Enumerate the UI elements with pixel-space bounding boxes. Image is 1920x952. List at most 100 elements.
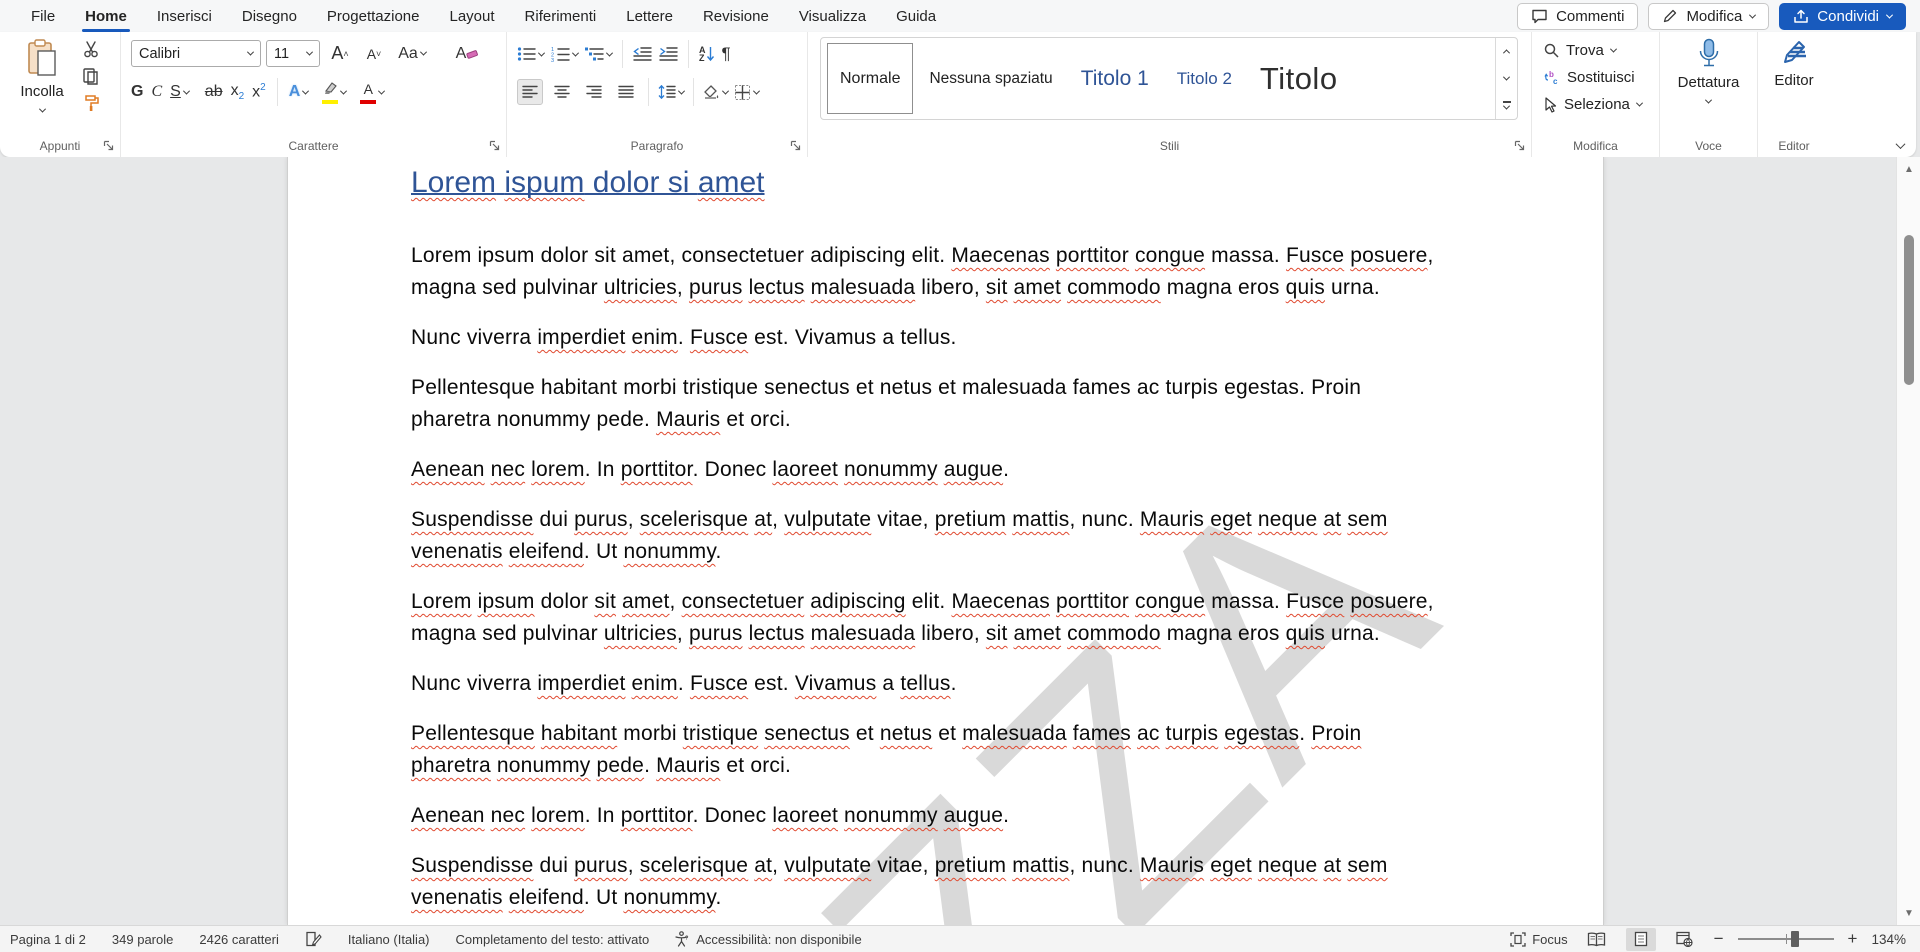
justify-button[interactable] (613, 79, 639, 105)
pilcrow-button[interactable]: ¶ (722, 44, 731, 64)
menu-item-revisione[interactable]: Revisione (688, 0, 784, 32)
bold-button[interactable]: G (131, 83, 143, 101)
scroll-up-icon[interactable]: ▲ (1897, 159, 1920, 179)
numbered-list-button[interactable]: 123 (551, 46, 578, 62)
superscript-button[interactable]: x2 (252, 82, 266, 101)
paragraph[interactable]: Pellentesque habitant morbi tristique se… (411, 718, 1576, 782)
editing-mode-button[interactable]: Modifica (1648, 3, 1769, 30)
menu-item-home[interactable]: Home (70, 0, 142, 32)
paragraph[interactable]: Suspendisse dui purus, scelerisque at, v… (411, 850, 1576, 914)
style-item-titolo-2[interactable]: Titolo 2 (1165, 43, 1244, 114)
align-left-button[interactable] (517, 79, 543, 105)
document-heading[interactable]: Lorem ispum dolor si amet (411, 163, 1576, 203)
menu-item-riferimenti[interactable]: Riferimenti (510, 0, 612, 32)
paragraph[interactable]: Suspendisse dui purus, scelerisque at, v… (411, 504, 1576, 568)
gallery-more-button[interactable] (1496, 92, 1517, 119)
paragraph[interactable]: Nunc viverra imperdiet enim. Fusce est. … (411, 322, 1576, 354)
format-painter-icon[interactable] (82, 94, 100, 112)
zoom-out-button[interactable]: − (1714, 929, 1724, 949)
print-layout-button[interactable] (1626, 928, 1656, 951)
paragraph-dialog-launcher[interactable] (790, 140, 802, 152)
increase-indent-icon[interactable] (659, 46, 678, 62)
text-effects-button[interactable]: A (289, 83, 309, 101)
pencil-icon (1662, 8, 1678, 24)
clipboard-dialog-launcher[interactable] (103, 140, 115, 152)
focus-button[interactable]: Focus (1510, 932, 1567, 947)
paragraph[interactable]: Lorem ipsum dolor sit amet, consectetuer… (411, 240, 1576, 304)
scrollbar-thumb[interactable] (1904, 235, 1914, 385)
strikethrough-button[interactable]: ab (205, 83, 223, 101)
style-item-normale[interactable]: Normale (827, 43, 913, 114)
font-name-select[interactable]: Calibri (131, 40, 261, 67)
clear-formatting-button[interactable]: A (450, 45, 484, 63)
align-right-button[interactable] (581, 79, 607, 105)
editor-button[interactable]: Editor (1758, 38, 1830, 89)
menu-item-disegno[interactable]: Disegno (227, 0, 312, 32)
scroll-down-icon[interactable]: ▼ (1897, 903, 1920, 923)
shrink-font-button[interactable]: A˅ (360, 46, 388, 62)
menu-item-lettere[interactable]: Lettere (611, 0, 688, 32)
italic-button[interactable]: C (151, 83, 162, 101)
select-button[interactable]: Seleziona (1544, 96, 1642, 113)
align-center-button[interactable] (549, 79, 575, 105)
vertical-scrollbar[interactable]: ▲ ▼ (1896, 157, 1920, 925)
comments-button[interactable]: Commenti (1517, 3, 1638, 30)
menu-item-file[interactable]: File (16, 0, 70, 32)
menu-item-guida[interactable]: Guida (881, 0, 951, 32)
share-button[interactable]: Condividi (1779, 3, 1906, 30)
zoom-in-button[interactable]: + (1848, 929, 1858, 949)
font-dialog-launcher[interactable] (489, 140, 501, 152)
paragraph[interactable]: Aenean nec lorem. In porttitor. Donec la… (411, 454, 1576, 486)
find-button[interactable]: Trova (1544, 42, 1616, 59)
page-indicator[interactable]: Pagina 1 di 2 (10, 932, 86, 947)
proofing-status[interactable] (305, 931, 322, 947)
accessibility-status[interactable]: ? Accessibilità: non disponibile (675, 931, 861, 947)
word-count[interactable]: 349 parole (112, 932, 173, 947)
zoom-level[interactable]: 134% (1871, 932, 1906, 947)
change-case-button[interactable]: Aa (393, 45, 431, 63)
paragraph[interactable]: Lorem ipsum dolor sit amet, consectetuer… (411, 586, 1576, 650)
subscript-button[interactable]: x2 (231, 82, 245, 102)
read-mode-button[interactable] (1582, 928, 1612, 951)
menu-item-inserisci[interactable]: Inserisci (142, 0, 227, 32)
font-color-button[interactable]: A (360, 81, 384, 104)
paragraph[interactable]: Aenean nec lorem. In porttitor. Donec la… (411, 800, 1576, 832)
paragraph[interactable]: Pellentesque habitant morbi tristique se… (411, 372, 1576, 436)
group-voice: Dettatura Voce (1660, 32, 1758, 157)
menu-item-progettazione[interactable]: Progettazione (312, 0, 435, 32)
style-item-titolo[interactable]: Titolo (1248, 43, 1350, 114)
paragraph[interactable]: Nunc viverra imperdiet enim. Fusce est. … (411, 668, 1576, 700)
cut-icon[interactable] (82, 41, 100, 58)
zoom-slider-thumb[interactable] (1791, 931, 1799, 947)
gallery-up-button[interactable] (1496, 38, 1517, 65)
underline-button[interactable]: S (170, 83, 189, 101)
gallery-down-button[interactable] (1496, 65, 1517, 92)
shading-button[interactable] (703, 84, 728, 100)
font-size-select[interactable]: 11 (266, 40, 320, 67)
style-item-titolo-1[interactable]: Titolo 1 (1069, 43, 1161, 114)
document-page[interactable]: BOZZA Lorem ispum dolor si amet Lorem ip… (287, 157, 1604, 925)
bullet-list-button[interactable] (517, 46, 544, 62)
text-completion-status[interactable]: Completamento del testo: attivato (456, 932, 650, 947)
replace-button[interactable]: b c Sostituisci (1544, 69, 1635, 86)
borders-button[interactable] (734, 84, 759, 100)
menu-item-layout[interactable]: Layout (435, 0, 510, 32)
collapse-ribbon-button[interactable] (1896, 139, 1906, 149)
language-indicator[interactable]: Italiano (Italia) (348, 932, 430, 947)
multilevel-list-button[interactable] (585, 46, 612, 62)
web-layout-button[interactable] (1670, 928, 1700, 951)
grow-font-button[interactable]: A˄ (325, 43, 355, 64)
menu-item-visualizza[interactable]: Visualizza (784, 0, 881, 32)
paste-button[interactable]: Incolla (13, 39, 71, 118)
zoom-slider[interactable] (1738, 938, 1834, 940)
copy-icon[interactable] (82, 67, 100, 85)
line-spacing-button[interactable] (658, 85, 684, 100)
decrease-indent-icon[interactable] (633, 46, 652, 62)
sort-button[interactable]: AZ (699, 46, 715, 62)
dictate-button[interactable]: Dettatura (1660, 38, 1757, 108)
highlight-color-button[interactable] (322, 81, 346, 104)
styles-dialog-launcher[interactable] (1514, 140, 1526, 152)
char-count[interactable]: 2426 caratteri (199, 932, 279, 947)
document-content[interactable]: Lorem ispum dolor si amet Lorem ipsum do… (411, 163, 1576, 925)
style-item-nessuna-spaziatu[interactable]: Nessuna spaziatu (917, 43, 1064, 114)
